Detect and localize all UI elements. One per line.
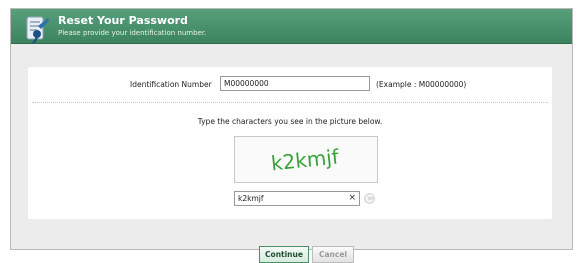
- page-title: Reset Your Password: [58, 14, 188, 27]
- captcha-field: ×: [234, 191, 360, 206]
- refresh-icon[interactable]: [364, 193, 375, 204]
- cancel-button[interactable]: Cancel: [312, 246, 354, 263]
- identification-example: (Example : M00000000): [376, 80, 467, 89]
- identification-label: Identification Number: [130, 80, 212, 89]
- form-panel: Identification Number (Example : M000000…: [28, 67, 552, 219]
- captcha-input[interactable]: [235, 192, 353, 205]
- captcha-text: k2kmjf: [270, 144, 341, 175]
- clear-icon[interactable]: ×: [348, 192, 356, 205]
- captcha-instruction: Type the characters you see in the pictu…: [197, 117, 383, 126]
- dialog-header: Reset Your Password Please provide your …: [11, 9, 572, 44]
- captcha-image: k2kmjf: [234, 136, 378, 183]
- identification-input[interactable]: [220, 76, 370, 91]
- page-subtitle: Please provide your identification numbe…: [58, 29, 207, 37]
- section-divider: [32, 102, 548, 103]
- key-icon: [24, 14, 50, 44]
- continue-button[interactable]: Continue: [259, 246, 309, 263]
- reset-password-dialog: Reset Your Password Please provide your …: [10, 8, 573, 263]
